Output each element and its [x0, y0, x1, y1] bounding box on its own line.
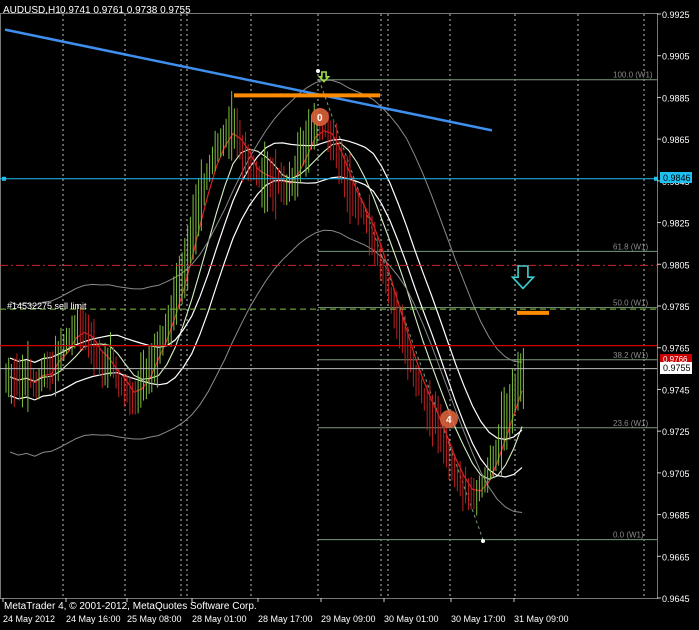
fibo-label-1: 61.8 (W1)	[613, 242, 648, 251]
fibo-label-0: 100.0 (W1)	[613, 71, 653, 80]
y-tick-label-10: 0.9725	[662, 427, 690, 437]
x-tick-label-3: 28 May 01:00	[192, 614, 247, 624]
y-tick-label-11: 0.9705	[662, 469, 690, 479]
grid	[0, 13, 658, 599]
fibo-label-2: 50.0 (W1)	[613, 299, 648, 308]
current-price-text: 0.9755	[663, 363, 691, 373]
fibo-label-4: 23.6 (W1)	[613, 419, 648, 428]
ohlc-readout: 0.9741 0.9761 0.9738 0.9755	[60, 5, 191, 16]
y-tick-label-6: 0.9805	[662, 260, 690, 270]
y-tick-label-13: 0.9665	[662, 552, 690, 562]
chart-window: 100.0 (W1) 61.8 (W1) 50.0 (W1) 38.2 (W1) 23.…	[0, 0, 699, 630]
indicator-bands	[9, 79, 523, 513]
envelope-upper-white	[9, 138, 523, 441]
y-tick-label-1: 0.9905	[662, 52, 690, 62]
hline-price-text: 0.9846	[663, 173, 691, 183]
x-tick-label-8: 31 May 09:00	[514, 614, 569, 624]
fibo-label-5: 0.0 (W1)	[613, 531, 644, 540]
down-arrow-icon	[510, 265, 536, 290]
x-tick-label-2: 25 May 08:00	[127, 614, 182, 624]
overlays[interactable]: 04	[0, 28, 658, 543]
chart-frame	[0, 13, 658, 599]
x-tick-label-5: 29 May 09:00	[321, 614, 376, 624]
y-tick-label-7: 0.9785	[662, 302, 690, 312]
peak-dot	[316, 69, 320, 73]
copyright-text: MetaTrader 4, © 2001-2012, MetaQuotes So…	[4, 601, 257, 612]
y-tick-label-12: 0.9685	[662, 511, 690, 521]
order-label: #14532275 sell limit	[7, 301, 87, 311]
y-tick-label-9: 0.9745	[662, 385, 690, 395]
x-tick-label-7: 30 May 17:00	[451, 614, 506, 624]
trough-dot	[481, 539, 485, 543]
hline-handle-left	[2, 176, 6, 181]
x-tick-label-4: 28 May 17:00	[258, 614, 313, 624]
marker-label-1: 4	[446, 415, 452, 426]
y-tick-label-0: 0.9925	[662, 10, 690, 20]
x-tick-label-1: 24 May 16:00	[66, 614, 121, 624]
y-tick-label-3: 0.9865	[662, 135, 690, 145]
y-tick-label-14: 0.9645	[662, 594, 690, 604]
band-upper-gray	[9, 79, 523, 363]
y-tick-label-5: 0.9825	[662, 219, 690, 229]
x-tick-label-6: 30 May 01:00	[384, 614, 439, 624]
x-tick-label-0: 24 May 2012	[3, 614, 55, 624]
y-tick-label-8: 0.9765	[662, 344, 690, 354]
hline-handle-right	[654, 176, 658, 181]
price-axis: 0.99250.99050.98850.98650.98450.98250.98…	[657, 10, 690, 604]
ma-mid-light	[9, 142, 523, 480]
y-tick-label-2: 0.9885	[662, 93, 690, 103]
fibo-label-3: 38.2 (W1)	[613, 351, 648, 360]
symbol-timeframe: AUDUSD,H1	[3, 5, 61, 16]
price-chart[interactable]: 100.0 (W1) 61.8 (W1) 50.0 (W1) 38.2 (W1) 23.…	[0, 0, 699, 630]
marker-label-0: 0	[317, 113, 323, 124]
fibo-diagonal	[318, 79, 484, 540]
